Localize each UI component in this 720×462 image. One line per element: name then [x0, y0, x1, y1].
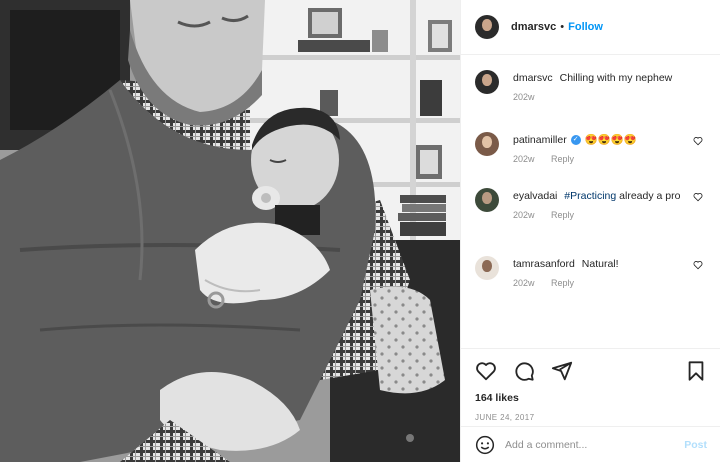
- reply-button[interactable]: Reply: [551, 154, 574, 164]
- comment-username[interactable]: patinamiller: [513, 134, 567, 146]
- heart-icon[interactable]: [475, 360, 497, 382]
- verified-badge-icon: ✓: [570, 135, 581, 146]
- follow-separator: •: [560, 21, 565, 33]
- add-comment-bar: Post: [461, 426, 720, 462]
- comment-like-heart-icon[interactable]: [693, 136, 703, 146]
- commenter-avatar[interactable]: [475, 256, 499, 280]
- post-header: dmarsvc • Follow: [461, 0, 720, 55]
- post-side-panel: dmarsvc • Follow dmarsvc Chilling with m…: [460, 0, 720, 462]
- author-username[interactable]: dmarsvc: [511, 21, 556, 33]
- emoji-icon[interactable]: [475, 435, 495, 455]
- comment-age[interactable]: 202w: [513, 278, 535, 288]
- hashtag-link[interactable]: #Practicing: [564, 190, 616, 202]
- caption-age[interactable]: 202w: [513, 92, 535, 102]
- comment-username[interactable]: eyalvadai: [513, 190, 557, 202]
- comment-icon[interactable]: [513, 360, 535, 382]
- comment-item: eyalvadai #Practicing already a pro 202w…: [475, 188, 707, 256]
- comment-age[interactable]: 202w: [513, 154, 535, 164]
- bookmark-icon[interactable]: [685, 360, 707, 382]
- post-actions: 164 likes JUNE 24, 2017: [461, 348, 720, 426]
- comment-username[interactable]: tamrasanford: [513, 258, 575, 270]
- follow-button[interactable]: Follow: [568, 21, 603, 33]
- comment-age[interactable]: 202w: [513, 210, 535, 220]
- comment-text: Natural!: [581, 258, 619, 270]
- author-avatar[interactable]: [475, 15, 499, 39]
- comments-list[interactable]: dmarsvc Chilling with my nephew 202w pat…: [461, 56, 720, 348]
- comment-input[interactable]: [505, 438, 675, 451]
- comment-like-heart-icon[interactable]: [693, 192, 703, 202]
- likes-count[interactable]: 164 likes: [475, 392, 707, 404]
- photo-illustration: [0, 0, 460, 462]
- commenter-avatar[interactable]: [475, 188, 499, 212]
- reply-button[interactable]: Reply: [551, 210, 574, 220]
- comment-item: patinamiller ✓ 😍😍😍😍 202w Reply: [475, 132, 707, 188]
- commenter-avatar[interactable]: [475, 132, 499, 156]
- post-comment-button[interactable]: Post: [684, 439, 707, 451]
- comment-item: tamrasanford Natural! 202w Reply: [475, 256, 707, 312]
- caption-text: Chilling with my nephew: [559, 72, 673, 84]
- share-icon[interactable]: [551, 360, 573, 382]
- caption: dmarsvc Chilling with my nephew 202w: [475, 70, 707, 132]
- reply-button[interactable]: Reply: [551, 278, 574, 288]
- comment-text: 😍😍😍😍: [584, 134, 637, 146]
- caption-avatar[interactable]: [475, 70, 499, 94]
- caption-username[interactable]: dmarsvc: [513, 72, 553, 84]
- post-date[interactable]: JUNE 24, 2017: [475, 413, 707, 422]
- comment-text: already a pro: [619, 190, 681, 202]
- comment-like-heart-icon[interactable]: [693, 260, 703, 270]
- post-photo[interactable]: [0, 0, 460, 462]
- instagram-post: dmarsvc • Follow dmarsvc Chilling with m…: [0, 0, 720, 462]
